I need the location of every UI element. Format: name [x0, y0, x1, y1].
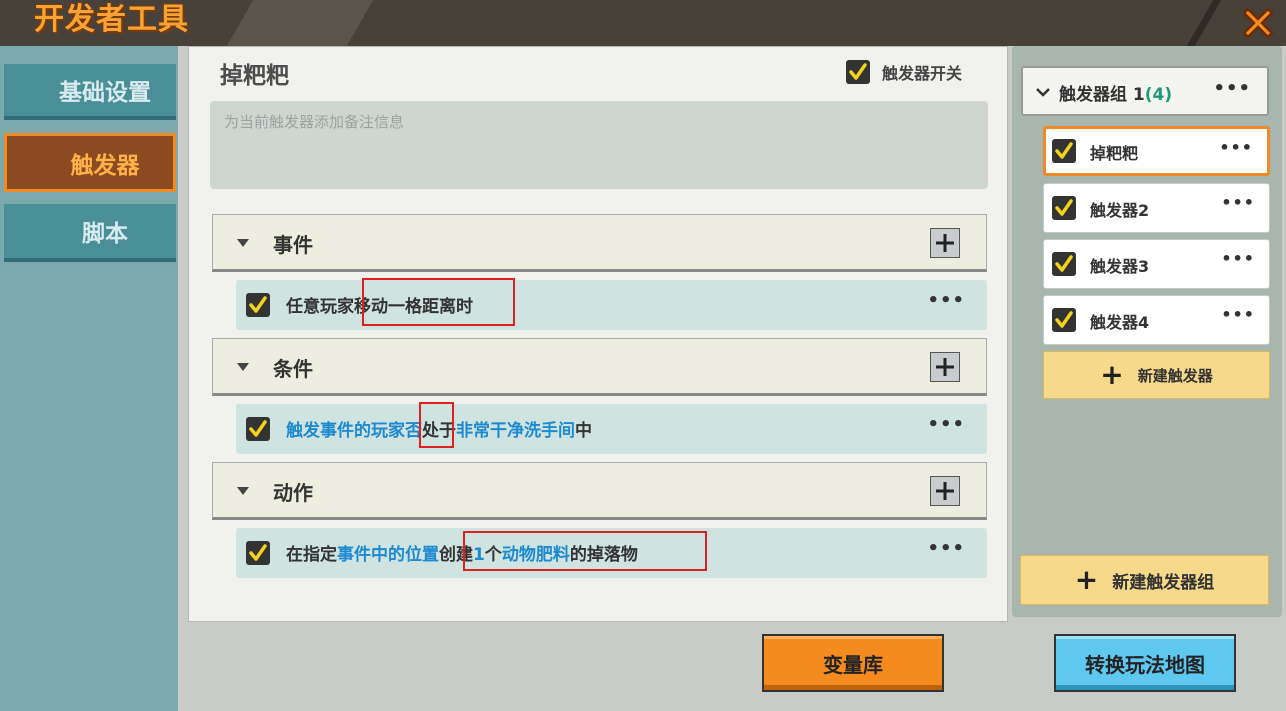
add-condition-button[interactable]: [930, 352, 960, 382]
checkbox-icon[interactable]: [1052, 308, 1076, 332]
section-condition-header[interactable]: 条件: [212, 338, 987, 396]
event-row[interactable]: 任意玩家移动一格距离时 •••: [236, 280, 987, 330]
variable-library-button[interactable]: 变量库: [762, 634, 944, 692]
trigger-switch-label: 触发器开关: [882, 64, 963, 83]
trigger-list-item[interactable]: 触发器2 •••: [1043, 183, 1270, 233]
section-event-header[interactable]: 事件: [212, 214, 987, 272]
event-text-part: 任意玩家: [286, 297, 354, 317]
checkbox-icon[interactable]: [246, 541, 270, 565]
collapse-arrow-icon[interactable]: [237, 363, 249, 371]
nav-script[interactable]: 脚本: [4, 204, 176, 262]
highlight-box: [463, 531, 707, 571]
more-options-icon[interactable]: •••: [927, 290, 965, 311]
more-options-icon[interactable]: •••: [1221, 305, 1255, 324]
convert-map-button[interactable]: 转换玩法地图: [1054, 634, 1236, 692]
new-trigger-label: 新建触发器: [1137, 366, 1213, 385]
variable-library-label: 变量库: [823, 652, 883, 677]
checkbox-icon[interactable]: [246, 293, 270, 317]
section-action-title: 动作: [273, 481, 313, 505]
action-param-link[interactable]: 事件中的位置: [337, 545, 439, 565]
left-nav: 基础设置 触发器 脚本: [0, 46, 178, 711]
trigger-list-item[interactable]: 触发器4 •••: [1043, 295, 1270, 345]
plus-icon: [936, 234, 954, 252]
trigger-group-header[interactable]: 触发器组 1(4) •••: [1021, 66, 1269, 116]
more-options-icon[interactable]: •••: [1221, 249, 1255, 268]
trigger-list-item[interactable]: 掉粑粑 •••: [1043, 126, 1270, 176]
nav-triggers[interactable]: 触发器: [4, 133, 176, 192]
highlight-box: [362, 278, 515, 326]
checkbox-icon[interactable]: [1052, 139, 1076, 163]
nav-triggers-label: 触发器: [70, 152, 140, 179]
note-placeholder: 为当前触发器添加备注信息: [224, 113, 405, 131]
trigger-group-label: 触发器组 1(4): [1059, 80, 1172, 105]
window-title: 开发者工具: [34, 2, 189, 37]
checkbox-icon[interactable]: [1052, 196, 1076, 220]
trigger-name: 掉粑粑: [220, 63, 289, 89]
condition-param-link[interactable]: 非常干净洗手间: [456, 421, 575, 441]
trigger-list-item[interactable]: 触发器3 •••: [1043, 239, 1270, 289]
more-options-icon[interactable]: •••: [927, 538, 965, 559]
trigger-switch[interactable]: 触发器开关: [846, 60, 962, 84]
more-options-icon[interactable]: •••: [1219, 138, 1253, 157]
section-condition-title: 条件: [273, 357, 313, 381]
plus-icon: [936, 482, 954, 500]
plus-icon: [936, 358, 954, 376]
new-trigger-button[interactable]: + 新建触发器: [1043, 351, 1270, 399]
more-options-icon[interactable]: •••: [1213, 78, 1251, 99]
action-text-part: 在指定: [286, 545, 337, 565]
condition-text-part: 中: [575, 421, 592, 441]
new-trigger-group-label: 新建触发器组: [1112, 572, 1215, 593]
new-trigger-group-button[interactable]: + 新建触发器组: [1020, 555, 1269, 605]
section-event-title: 事件: [273, 233, 313, 257]
condition-row[interactable]: 触发事件的玩家否处于非常干净洗手间中 •••: [236, 404, 987, 454]
collapse-arrow-icon[interactable]: [237, 239, 249, 247]
close-x-icon: [1242, 7, 1274, 39]
note-input[interactable]: 为当前触发器添加备注信息: [210, 101, 988, 189]
trigger-list-item-label: 触发器4: [1090, 313, 1150, 332]
trigger-group-count: (4): [1144, 85, 1173, 105]
nav-basic-settings[interactable]: 基础设置: [4, 64, 176, 120]
highlight-box: [419, 402, 454, 448]
trigger-group-name: 触发器组 1: [1059, 85, 1145, 105]
trigger-list-item-label: 掉粑粑: [1090, 144, 1139, 163]
section-action-header[interactable]: 动作: [212, 462, 987, 520]
checkbox-icon[interactable]: [1052, 252, 1076, 276]
chevron-down-icon[interactable]: [1035, 84, 1051, 100]
convert-map-label: 转换玩法地图: [1085, 652, 1205, 677]
plus-icon: +: [1074, 563, 1099, 596]
plus-icon: +: [1100, 358, 1124, 391]
collapse-arrow-icon[interactable]: [237, 487, 249, 495]
close-button[interactable]: [1230, 0, 1286, 46]
nav-basic-settings-label: 基础设置: [59, 80, 151, 106]
trigger-list-item-label: 触发器2: [1090, 201, 1150, 220]
checkbox-icon[interactable]: [846, 60, 870, 84]
title-bar-stripe: [1186, 0, 1222, 46]
add-action-button[interactable]: [930, 476, 960, 506]
more-options-icon[interactable]: •••: [927, 414, 965, 435]
title-bar: 开发者工具: [0, 0, 1286, 46]
more-options-icon[interactable]: •••: [1221, 193, 1255, 212]
trigger-list-item-label: 触发器3: [1090, 257, 1150, 276]
nav-script-label: 脚本: [82, 221, 128, 247]
add-event-button[interactable]: [930, 228, 960, 258]
condition-param-link[interactable]: 触发事件的玩家: [286, 421, 405, 441]
checkbox-icon[interactable]: [246, 417, 270, 441]
